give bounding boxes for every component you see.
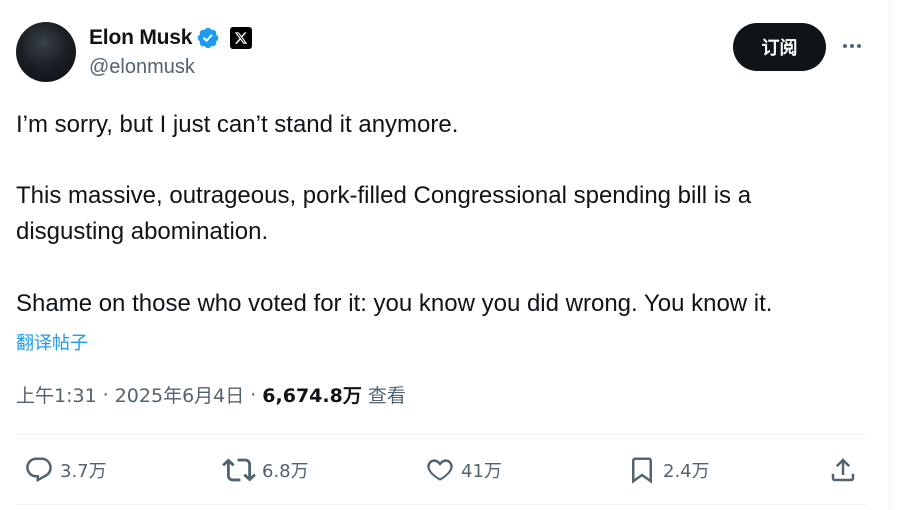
like-count: 41万 [461,461,502,482]
tweet-text-line: disgusting abomination. [16,218,269,245]
meta-separator: · [250,383,257,406]
tweet-time[interactable]: 上午1:31 [16,381,97,408]
author-name[interactable]: Elon Musk [89,26,192,50]
repost-button[interactable]: 6.8万 [222,452,309,488]
right-border [889,0,890,510]
divider-top [16,434,866,435]
bookmark-icon [632,457,652,484]
heart-icon [427,459,453,481]
bookmark-button[interactable]: 2.4万 [627,452,710,488]
like-button[interactable]: 41万 [425,452,502,488]
more-horizontal-icon[interactable] [836,32,868,60]
share-icon [831,458,855,482]
tweet-date[interactable]: 2025年6月4日 [115,381,245,408]
author-name-row: Elon Musk [89,24,253,52]
tweet-card: Elon Musk @elonmusk 订阅 I’m sorry, but I … [0,0,889,510]
x-logo-icon[interactable] [230,27,253,49]
tweet-meta: 上午1:31 · 2025年6月4日 · 6,674.8万 查看 [16,381,406,408]
repost-count: 6.8万 [262,461,309,482]
author-handle[interactable]: @elonmusk [89,56,195,79]
bookmark-count: 2.4万 [663,461,710,482]
views-count[interactable]: 6,674.8万 [262,381,362,408]
verified-badge-icon[interactable] [196,26,220,50]
tweet-text-line: Shame on those who voted for it: you kno… [16,290,773,317]
share-button[interactable] [828,452,858,488]
avatar[interactable] [16,22,76,82]
repost-icon [222,458,256,482]
translate-post-link[interactable]: 翻译帖子 [16,329,88,355]
reply-button[interactable]: 3.7万 [24,452,107,488]
divider-bottom [16,504,866,505]
tweet-text-line: I’m sorry, but I just can’t stand it any… [16,111,459,138]
subscribe-button[interactable]: 订阅 [733,23,826,71]
reply-icon [26,457,52,483]
meta-separator: · [102,383,109,406]
tweet-text-line: This massive, outrageous, pork-filled Co… [16,182,752,209]
views-label[interactable]: 查看 [368,381,406,408]
reply-count: 3.7万 [60,461,107,482]
